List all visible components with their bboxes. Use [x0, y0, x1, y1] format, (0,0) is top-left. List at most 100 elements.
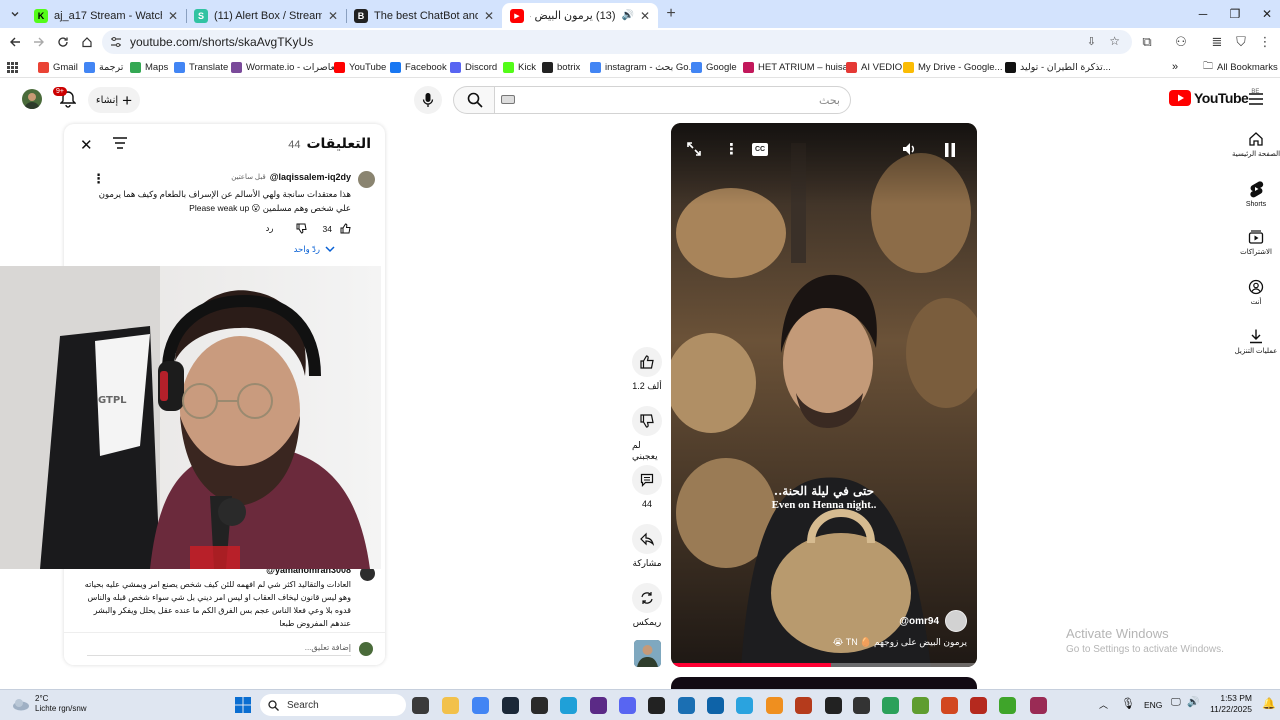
- app-icon[interactable]: [999, 697, 1016, 714]
- app-icon[interactable]: [766, 697, 783, 714]
- restore-button[interactable]: ❐: [1218, 0, 1252, 28]
- extensions-icon[interactable]: ⧉: [1138, 33, 1156, 51]
- nav-downloads[interactable]: عمليات التنزيل: [1232, 328, 1280, 355]
- bookmark-item[interactable]: Maps: [130, 59, 168, 75]
- close-icon[interactable]: ✕: [328, 9, 338, 23]
- share-action[interactable]: مشاركة: [632, 524, 662, 569]
- taskbar-search[interactable]: Search: [260, 694, 406, 716]
- reply-button[interactable]: رد: [266, 223, 274, 234]
- bookmark-item[interactable]: تذكرة الطيران - توليد...: [1005, 59, 1111, 75]
- minimize-button[interactable]: ─: [1186, 0, 1220, 28]
- nav-home[interactable]: الصفحة الرئيسية: [1232, 131, 1280, 158]
- network-icon[interactable]: 🖵: [1171, 697, 1181, 708]
- hamburger-menu-icon[interactable]: [1249, 93, 1263, 105]
- bookmark-item[interactable]: ترجمة: [84, 59, 123, 75]
- tab-botrix[interactable]: B The best ChatBot and Widgets ✕: [346, 3, 502, 28]
- more-options-icon[interactable]: ⋮: [724, 140, 739, 158]
- notifications-bell-icon[interactable]: 9+: [53, 87, 76, 108]
- bookmark-item[interactable]: Gmail: [38, 59, 78, 75]
- remix-action[interactable]: ريمكس: [632, 583, 662, 628]
- bookmark-item[interactable]: instagram - بحث Go...: [590, 59, 697, 75]
- extension-icon[interactable]: ⚇: [1172, 33, 1190, 51]
- share-icon[interactable]: [632, 524, 662, 554]
- app-icon[interactable]: [678, 697, 695, 714]
- close-icon[interactable]: ✕: [640, 9, 650, 23]
- bookmark-item[interactable]: botrix: [542, 59, 580, 75]
- telegram-icon[interactable]: [736, 697, 753, 714]
- app-icon[interactable]: [912, 697, 929, 714]
- tray-mic-icon[interactable]: 🎙: [1121, 697, 1135, 710]
- keyboard-icon[interactable]: [501, 95, 515, 104]
- channel-handle[interactable]: @omr94: [899, 616, 939, 627]
- discord-icon[interactable]: [619, 697, 636, 714]
- thumbs-down-icon[interactable]: [632, 406, 662, 436]
- sort-icon[interactable]: [113, 137, 127, 149]
- forward-arrow-icon[interactable]: [30, 33, 48, 51]
- next-video-preview[interactable]: [671, 677, 977, 689]
- bookmark-star-icon[interactable]: ☆: [1109, 34, 1120, 48]
- dislike-comment-icon[interactable]: [296, 223, 307, 234]
- tab-streamlabs[interactable]: S (11) Alert Box / Streamlabs ✕: [186, 3, 346, 28]
- address-bar[interactable]: youtube.com/shorts/skaAvgTKyUs ⇩ ☆: [102, 30, 1132, 54]
- thumbs-up-icon[interactable]: [632, 347, 662, 377]
- steam-icon[interactable]: [502, 697, 519, 714]
- new-tab-button[interactable]: +: [662, 5, 680, 23]
- more-bookmarks-icon[interactable]: »: [1172, 59, 1178, 75]
- tab-kick[interactable]: K aj_a17 Stream - Watch Live on K ✕: [26, 3, 186, 28]
- comment-author[interactable]: @laqissalem-iq2dy: [270, 172, 351, 182]
- close-comments-button[interactable]: ✕: [80, 136, 93, 154]
- notification-center-icon[interactable]: 🔔: [1262, 697, 1276, 710]
- youtube-logo[interactable]: YouTube BE: [1169, 89, 1259, 106]
- edge-icon[interactable]: [560, 697, 577, 714]
- folder-icon[interactable]: [442, 697, 459, 714]
- bookmark-item[interactable]: Wormate.io - معاصرات: [231, 59, 340, 75]
- app-icon[interactable]: [853, 697, 870, 714]
- bookmark-item[interactable]: HET ATRIUM – huisa...: [743, 59, 856, 75]
- file-explorer-icon[interactable]: [412, 697, 429, 714]
- app-icon[interactable]: [941, 697, 958, 714]
- search-input[interactable]: بحث: [494, 86, 851, 114]
- close-icon[interactable]: ✕: [484, 9, 494, 23]
- app-icon[interactable]: [795, 697, 812, 714]
- apps-grid-icon[interactable]: [7, 59, 18, 75]
- bookmark-item[interactable]: Google: [691, 59, 737, 75]
- window-close-button[interactable]: ✕: [1250, 0, 1280, 28]
- language-indicator[interactable]: ENG: [1144, 700, 1162, 710]
- create-button[interactable]: إنشاء +: [88, 87, 140, 113]
- install-icon[interactable]: ⇩: [1087, 35, 1096, 48]
- nav-subscriptions[interactable]: الاشتراكات: [1232, 229, 1280, 256]
- bookmark-item[interactable]: My Drive - Google...: [903, 59, 1002, 75]
- home-icon[interactable]: [78, 33, 96, 51]
- media-controls-icon[interactable]: ≣: [1208, 33, 1226, 51]
- app-icon[interactable]: [970, 697, 987, 714]
- like-action[interactable]: 1.2 ألف: [632, 347, 662, 392]
- all-bookmarks[interactable]: 🗀 All Bookmarks: [1203, 59, 1278, 75]
- bookmark-item[interactable]: AI VEDIO: [846, 59, 902, 75]
- comments-action[interactable]: 44: [632, 465, 662, 509]
- nav-shorts[interactable]: Shorts: [1232, 180, 1280, 208]
- channel-thumbnail[interactable]: [634, 640, 661, 667]
- commenter-avatar[interactable]: [358, 171, 375, 188]
- remix-icon[interactable]: [632, 583, 662, 613]
- bookmark-item[interactable]: Translate: [174, 59, 228, 75]
- channel-info[interactable]: @omr94: [899, 610, 967, 632]
- back-arrow-icon[interactable]: [6, 33, 24, 51]
- weather-widget[interactable]: 2°C Lichte rgn/snw: [12, 694, 87, 714]
- comment-menu-icon[interactable]: ⋮: [92, 171, 105, 187]
- fullscreen-icon[interactable]: [687, 142, 701, 156]
- bookmark-item[interactable]: Discord: [450, 59, 497, 75]
- search-button[interactable]: [453, 86, 495, 114]
- nzxt-icon[interactable]: [590, 697, 607, 714]
- comment-icon[interactable]: [632, 465, 662, 495]
- volume-icon[interactable]: [902, 142, 918, 156]
- app-icon[interactable]: [1030, 697, 1047, 714]
- start-button[interactable]: [235, 697, 251, 713]
- close-icon[interactable]: ✕: [168, 9, 178, 23]
- epic-games-icon[interactable]: [531, 697, 548, 714]
- volume-tray-icon[interactable]: 🔊: [1187, 697, 1199, 708]
- captions-icon[interactable]: CC: [752, 143, 768, 156]
- channel-avatar[interactable]: [945, 610, 967, 632]
- chrome-icon[interactable]: [472, 697, 489, 714]
- obs-icon[interactable]: [825, 697, 842, 714]
- tab-youtube-active[interactable]: ▶ (13) يرمون البيض على زوجان 🔊 ✕: [502, 3, 658, 28]
